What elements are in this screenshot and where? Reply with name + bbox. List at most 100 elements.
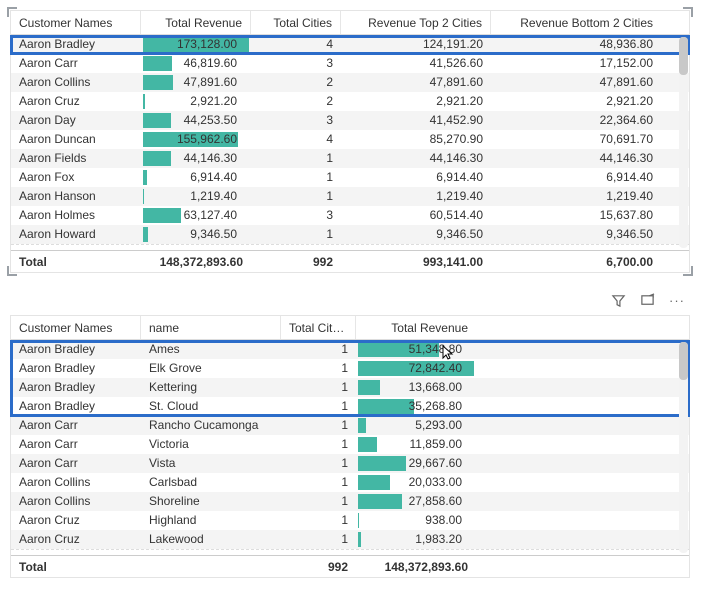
col-revenue[interactable]: Total Revenue: [356, 316, 476, 339]
table-row[interactable]: Aaron CarrVictoria111,859.00: [11, 435, 689, 454]
table-row[interactable]: Aaron CollinsShoreline127,858.60: [11, 492, 689, 511]
cell-revenue: 1,983.20: [356, 530, 476, 549]
cell-cities: 2: [251, 73, 341, 92]
cell-bot2: 2,921.20: [491, 92, 661, 111]
table-row[interactable]: Aaron Fox6,914.4016,914.406,914.40: [11, 168, 689, 187]
table-row[interactable]: Aaron BradleyKettering113,668.00: [11, 378, 689, 397]
total-cities: 992: [281, 556, 356, 577]
cell-cities: 1: [281, 340, 356, 359]
table-row[interactable]: Aaron Holmes63,127.40360,514.4015,637.80: [11, 206, 689, 225]
cell-cities: 1: [251, 149, 341, 168]
table-row[interactable]: Aaron Day44,253.50341,452.9022,364.60: [11, 111, 689, 130]
cell-cities: 3: [251, 206, 341, 225]
cell-bot2: 48,936.80: [491, 35, 661, 54]
cell-customer: Aaron Cruz: [11, 92, 141, 111]
scrollbar[interactable]: [679, 342, 688, 553]
table-row[interactable]: Aaron Duncan155,962.60485,270.9070,691.7…: [11, 130, 689, 149]
cell-revenue: 20,033.00: [356, 473, 476, 492]
cell-name: Carlsbad: [141, 473, 281, 492]
cell-revenue: 11,859.00: [356, 435, 476, 454]
cell-bot2: 17,152.00: [491, 54, 661, 73]
table-row[interactable]: Aaron CruzHighland1938.00: [11, 511, 689, 530]
cell-cities: 1: [281, 454, 356, 473]
total-cities: 992: [251, 251, 341, 272]
col-customer[interactable]: Customer Names: [11, 316, 141, 339]
table1-total-row: Total 148,372,893.60 992 993,141.00 6,70…: [11, 250, 689, 272]
table-row[interactable]: Aaron Collins47,891.60247,891.6047,891.6…: [11, 73, 689, 92]
col-cities[interactable]: Total Cities: [251, 11, 341, 34]
cell-top2: 60,514.40: [341, 206, 491, 225]
cell-bot2: 22,364.60: [491, 111, 661, 130]
cell-customer: Aaron Collins: [11, 492, 141, 511]
more-icon[interactable]: ···: [669, 293, 685, 311]
cell-revenue: 173,128.00: [141, 35, 251, 54]
cell-cities: 1: [281, 397, 356, 416]
cell-revenue: 5,293.00: [356, 416, 476, 435]
cell-revenue: 2,921.20: [141, 92, 251, 111]
cell-cities: 1: [281, 511, 356, 530]
cell-revenue: 29,667.60: [356, 454, 476, 473]
cell-top2: 47,891.60: [341, 73, 491, 92]
col-top2[interactable]: Revenue Top 2 Cities: [341, 11, 491, 34]
cell-top2: 2,921.20: [341, 92, 491, 111]
cell-revenue: 46,819.60: [141, 54, 251, 73]
cell-revenue: 1,219.40: [141, 187, 251, 206]
table-row[interactable]: Aaron CollinsCarlsbad120,033.00: [11, 473, 689, 492]
focus-mode-icon[interactable]: [640, 293, 655, 311]
cell-customer: Aaron Hanson: [11, 187, 141, 206]
cell-cities: 3: [251, 54, 341, 73]
col-bot2[interactable]: Revenue Bottom 2 Cities: [491, 11, 661, 34]
revenue-detail-table[interactable]: Customer Names name Total Cities Total R…: [10, 315, 690, 578]
table-row[interactable]: Aaron BradleyAmes151,348.80: [11, 340, 689, 359]
cell-cities: 1: [281, 473, 356, 492]
cell-bot2: 15,637.80: [491, 206, 661, 225]
table1-body: Aaron Bradley173,128.004124,191.2048,936…: [11, 35, 689, 244]
table-row[interactable]: Aaron Howard9,346.5019,346.509,346.50: [11, 225, 689, 244]
cell-name: Shoreline: [141, 492, 281, 511]
col-name[interactable]: name: [141, 316, 281, 339]
cell-name: Victoria: [141, 435, 281, 454]
cell-name: Highland: [141, 511, 281, 530]
scrollbar[interactable]: [679, 37, 688, 248]
table-row[interactable]: Aaron Carr46,819.60341,526.6017,152.00: [11, 54, 689, 73]
cell-revenue: 51,348.80: [356, 340, 476, 359]
cell-customer: Aaron Carr: [11, 454, 141, 473]
cell-revenue: 13,668.00: [356, 378, 476, 397]
cell-cities: 1: [281, 359, 356, 378]
table-row[interactable]: Aaron Cruz2,921.2022,921.202,921.20: [11, 92, 689, 111]
revenue-summary-table[interactable]: Customer Names Total Revenue Total Citie…: [10, 10, 690, 273]
cell-customer: Aaron Bradley: [11, 35, 141, 54]
cell-customer: Aaron Bradley: [11, 378, 141, 397]
cell-revenue: 72,842.40: [356, 359, 476, 378]
cell-top2: 85,270.90: [341, 130, 491, 149]
table-row[interactable]: Aaron BradleyElk Grove172,842.40: [11, 359, 689, 378]
cell-cities: 1: [281, 530, 356, 549]
table-row[interactable]: Aaron CarrVista129,667.60: [11, 454, 689, 473]
table-row[interactable]: Aaron CarrRancho Cucamonga15,293.00: [11, 416, 689, 435]
cell-revenue: 938.00: [356, 511, 476, 530]
table-row[interactable]: Aaron Fields44,146.30144,146.3044,146.30: [11, 149, 689, 168]
col-customer[interactable]: Customer Names: [11, 11, 141, 34]
cell-top2: 41,452.90: [341, 111, 491, 130]
table-row[interactable]: Aaron BradleySt. Cloud135,268.80: [11, 397, 689, 416]
cell-customer: Aaron Duncan: [11, 130, 141, 149]
cell-name: Kettering: [141, 378, 281, 397]
total-bot2: 6,700.00: [491, 251, 661, 272]
cell-top2: 6,914.40: [341, 168, 491, 187]
table2-body: Aaron BradleyAmes151,348.80Aaron Bradley…: [11, 340, 689, 549]
cell-cities: 4: [251, 130, 341, 149]
cell-revenue: 44,146.30: [141, 149, 251, 168]
cell-name: Rancho Cucamonga: [141, 416, 281, 435]
scrollbar-thumb[interactable]: [679, 342, 688, 380]
cell-customer: Aaron Fox: [11, 168, 141, 187]
filter-icon[interactable]: [611, 293, 626, 311]
col-cities[interactable]: Total Cities: [281, 316, 356, 339]
cell-customer: Aaron Carr: [11, 416, 141, 435]
revenue-summary-visual: Customer Names Total Revenue Total Citie…: [10, 10, 690, 273]
table-row[interactable]: Aaron CruzLakewood11,983.20: [11, 530, 689, 549]
table-row[interactable]: Aaron Bradley173,128.004124,191.2048,936…: [11, 35, 689, 54]
scrollbar-thumb[interactable]: [679, 37, 688, 75]
col-revenue[interactable]: Total Revenue: [141, 11, 251, 34]
cell-customer: Aaron Bradley: [11, 359, 141, 378]
table-row[interactable]: Aaron Hanson1,219.4011,219.401,219.40: [11, 187, 689, 206]
